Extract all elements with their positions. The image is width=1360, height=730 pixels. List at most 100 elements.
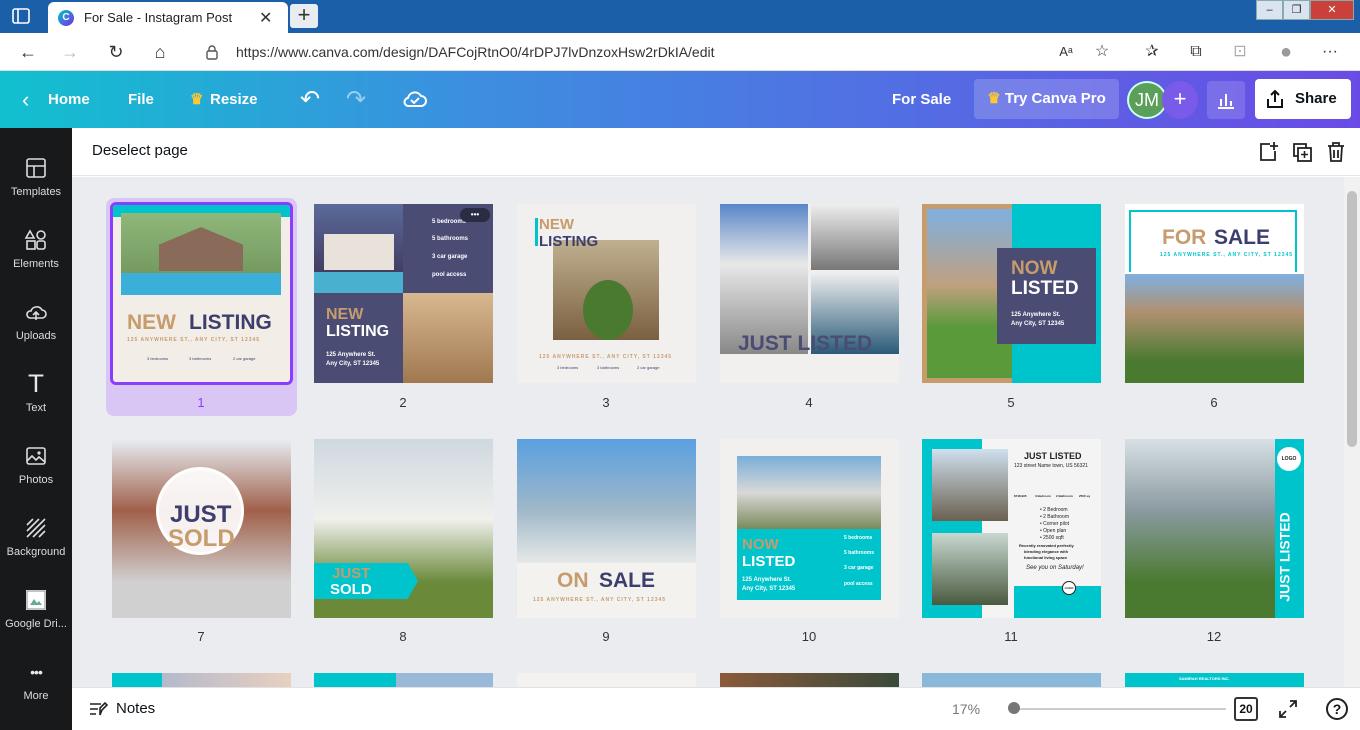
page-toolbar: Deselect page xyxy=(72,128,1360,176)
avatar[interactable]: JM xyxy=(1127,81,1167,119)
sidebar-item-elements[interactable]: Elements xyxy=(0,212,72,284)
home-button[interactable]: Home xyxy=(48,71,90,128)
page-thumbnail-5[interactable]: NOW LISTED 125 Anywhere St. Any City, ST… xyxy=(922,204,1101,383)
design-spec-bathroom: 2 Bathroom xyxy=(1056,494,1073,498)
delete-page-icon[interactable] xyxy=(1324,140,1348,164)
grid-scrollbar[interactable] xyxy=(1344,177,1360,687)
page-thumbnail-3[interactable]: NEW LISTING 125 ANYWHERE ST., ANY CITY, … xyxy=(517,204,696,383)
fullscreen-icon[interactable] xyxy=(1278,699,1298,719)
page-thumbnail-18[interactable]: SAMIRAH REALTORS INC. xyxy=(1125,673,1304,687)
cloud-saved-icon[interactable] xyxy=(402,87,428,111)
design-text-for: FOR xyxy=(1162,226,1207,249)
house-photo xyxy=(121,213,281,295)
page-thumbnail-2[interactable]: 5 bedrooms 5 bathrooms 3 car garage pool… xyxy=(314,204,493,383)
page-thumbnail-9[interactable]: ON SALE 125 ANYWHERE ST., ANY CITY, ST 1… xyxy=(517,439,696,618)
url-field[interactable]: https://www.canva.com/design/DAFCojRtnO0… xyxy=(188,38,1120,66)
close-window-button[interactable]: ✕ xyxy=(1310,0,1354,20)
design-feature-4: pool access xyxy=(844,581,873,587)
page-thumbnail-7[interactable]: JUST SOLD xyxy=(112,439,291,618)
page-thumbnail-10[interactable]: NOW LISTED 125 Anywhere St. Any City, ST… xyxy=(720,439,899,618)
design-bullet-5: • 2500 sqft xyxy=(1040,535,1064,541)
design-address: 123 street Name town, US 56321 xyxy=(1014,463,1088,469)
add-page-icon[interactable] xyxy=(1256,140,1280,164)
sidebar-label-uploads: Uploads xyxy=(15,330,57,342)
living-room-photo xyxy=(811,204,899,270)
pro-crown-icon: ♛ xyxy=(987,90,1001,107)
sidebar-item-more[interactable]: ••• More xyxy=(0,644,72,716)
favorites-icon[interactable]: ✰ xyxy=(1142,42,1162,62)
resize-button[interactable]: Resize xyxy=(210,71,258,128)
file-menu-button[interactable]: File xyxy=(128,71,154,128)
deselect-page-button[interactable]: Deselect page xyxy=(92,142,188,159)
sidebar-label-google-drive: Google Dri... xyxy=(5,618,67,630)
page-thumbnail-17[interactable] xyxy=(922,673,1101,687)
modern-house-photo xyxy=(314,204,403,293)
page-thumbnail-13[interactable] xyxy=(112,673,291,687)
notes-icon[interactable] xyxy=(88,700,108,718)
sidebar-item-photos[interactable]: Photos xyxy=(0,428,72,500)
page-number-10: 10 xyxy=(801,629,817,644)
page-menu-icon[interactable]: ••• xyxy=(460,208,490,222)
sidebar-item-background[interactable]: Background xyxy=(0,500,72,572)
redo-icon[interactable]: ↷ xyxy=(346,71,366,128)
try-canva-pro-button[interactable]: ♛ Try Canva Pro xyxy=(974,79,1119,119)
page-count-button[interactable]: 20 xyxy=(1234,697,1258,721)
zoom-level[interactable]: 17% xyxy=(952,701,980,717)
zoom-slider-handle[interactable] xyxy=(1008,702,1020,714)
sidebar-item-google-drive[interactable]: Google Dri... xyxy=(0,572,72,644)
url-text: https://www.canva.com/design/DAFCojRtnO0… xyxy=(236,44,715,60)
design-feature-2: 5 bathrooms xyxy=(844,550,875,556)
design-feature-1: 3 bedrooms xyxy=(147,356,169,361)
design-text-sale: SALE xyxy=(599,569,656,592)
design-title[interactable]: For Sale xyxy=(892,71,951,128)
refresh-icon[interactable]: ↻ xyxy=(104,40,128,64)
duplicate-page-icon[interactable] xyxy=(1290,140,1314,164)
sidebar-item-text[interactable]: T Text xyxy=(0,356,72,428)
page-thumbnail-16[interactable] xyxy=(720,673,899,687)
collections-icon[interactable]: ⧉ xyxy=(1186,42,1206,62)
page-thumbnail-4[interactable]: JUST LISTED xyxy=(720,204,899,383)
design-desc-1: Recently renovated perfectly xyxy=(1019,543,1074,548)
profile-icon[interactable]: ● xyxy=(1276,42,1296,62)
share-button[interactable]: Share xyxy=(1255,79,1351,119)
lock-icon[interactable] xyxy=(204,44,220,60)
add-people-button[interactable]: + xyxy=(1162,81,1198,119)
sidebar-label-background: Background xyxy=(6,546,66,558)
page-thumbnail-8[interactable]: JUST SOLD xyxy=(314,439,493,618)
forward-arrow-icon[interactable]: → xyxy=(58,40,82,64)
close-tab-icon[interactable]: ✕ xyxy=(259,8,272,28)
page-thumbnail-11[interactable]: JUST LISTED 123 street Name town, US 563… xyxy=(922,439,1101,618)
sidebar-item-uploads[interactable]: Uploads xyxy=(0,284,72,356)
new-tab-button[interactable]: + xyxy=(290,4,318,28)
notes-button[interactable]: Notes xyxy=(116,700,155,717)
browser-menu-icon[interactable]: ··· xyxy=(1320,42,1340,62)
elements-icon xyxy=(24,229,46,250)
browser-tab-active[interactable]: C For Sale - Instagram Post ✕ xyxy=(48,2,288,33)
tab-actions-icon[interactable] xyxy=(12,8,30,24)
maximize-button[interactable]: ❐ xyxy=(1283,0,1310,20)
back-arrow-icon[interactable]: ← xyxy=(16,40,40,64)
canva-favicon-icon: C xyxy=(58,9,74,26)
extensions-icon[interactable]: ⊡ xyxy=(1230,42,1250,62)
sidebar-label-elements: Elements xyxy=(13,258,59,270)
sidebar-label-templates: Templates xyxy=(10,186,62,198)
minimize-button[interactable]: – xyxy=(1256,0,1283,20)
page-thumbnail-15[interactable] xyxy=(517,673,696,687)
design-feature-2: 5 bathrooms xyxy=(432,236,469,242)
insights-button[interactable] xyxy=(1207,81,1245,119)
undo-icon[interactable]: ↶ xyxy=(300,71,320,128)
page-thumbnail-12[interactable]: LOGO JUST LISTED xyxy=(1125,439,1304,618)
back-chevron-icon[interactable]: ‹ xyxy=(22,71,29,128)
help-button[interactable]: ? xyxy=(1326,698,1348,720)
page-thumbnail-6[interactable]: FOR SALE 125 ANYWHERE ST., ANY CITY, ST … xyxy=(1125,204,1304,383)
add-favorite-icon[interactable]: ☆ xyxy=(1092,42,1112,62)
zoom-slider[interactable] xyxy=(1012,708,1226,710)
page-thumbnail-14[interactable] xyxy=(314,673,493,687)
design-spec-area: 2500 sq xyxy=(1079,494,1091,498)
sidebar-item-templates[interactable]: Templates xyxy=(0,140,72,212)
home-icon[interactable]: ⌂ xyxy=(148,40,172,64)
scrollbar-thumb[interactable] xyxy=(1347,191,1357,447)
read-aloud-icon[interactable]: Aᵃ xyxy=(1056,42,1076,62)
design-text-address: 125 ANYWHERE ST., ANY CITY, ST 12345 xyxy=(127,337,261,343)
page-thumbnail-1[interactable]: NEW LISTING 125 ANYWHERE ST., ANY CITY, … xyxy=(110,202,293,385)
